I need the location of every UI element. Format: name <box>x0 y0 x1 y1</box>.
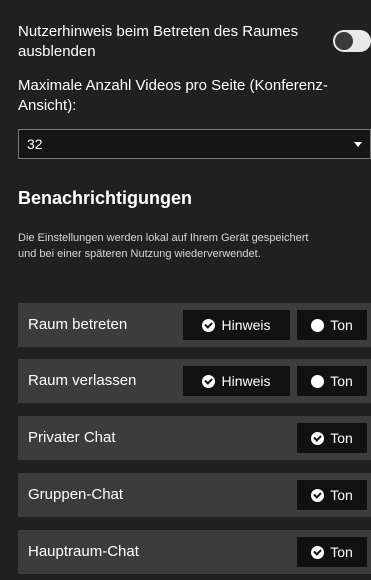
check-circle-icon <box>202 318 216 332</box>
toggle-knob <box>335 32 353 50</box>
enter-room-sound-button[interactable]: Ton <box>297 310 367 340</box>
button-label: Ton <box>330 317 353 333</box>
notification-row-group-chat: Gruppen-Chat Ton <box>18 473 371 517</box>
notification-row-main-room-chat: Hauptraum-Chat Ton <box>18 530 371 574</box>
main-room-chat-sound-button[interactable]: Ton <box>297 537 367 567</box>
check-circle-icon <box>311 545 325 559</box>
notification-row-private-chat: Privater Chat Ton <box>18 416 371 460</box>
max-videos-label: Maximale Anzahl Videos pro Seite (Konfer… <box>18 77 328 114</box>
button-label: Ton <box>330 430 353 446</box>
max-videos-value: 32 <box>27 136 43 152</box>
notification-label: Gruppen-Chat <box>28 486 124 503</box>
button-label: Ton <box>330 544 353 560</box>
leave-room-notice-button[interactable]: Hinweis <box>183 366 290 396</box>
check-circle-icon <box>311 488 325 502</box>
group-chat-sound-button[interactable]: Ton <box>297 480 367 510</box>
settings-panel: Nutzerhinweis beim Betreten des Raumes a… <box>18 0 371 574</box>
dot-circle-icon <box>311 374 325 388</box>
notification-label: Hauptraum-Chat <box>28 543 139 560</box>
notification-label: Raum betreten <box>28 316 128 333</box>
max-videos-select[interactable]: 32 <box>18 129 371 159</box>
check-circle-icon <box>202 374 216 388</box>
chevron-down-icon <box>354 142 362 147</box>
hide-notice-label: Nutzerhinweis beim Betreten des Raumes a… <box>18 23 299 60</box>
button-label: Ton <box>330 487 353 503</box>
notification-row-leave-room: Raum verlassen Hinweis Ton <box>18 359 371 403</box>
button-label: Hinweis <box>221 317 271 333</box>
check-circle-icon <box>311 431 325 445</box>
button-label: Ton <box>330 373 353 389</box>
enter-room-notice-button[interactable]: Hinweis <box>183 310 290 340</box>
dot-circle-icon <box>311 318 325 332</box>
notification-label: Privater Chat <box>28 429 116 446</box>
notification-row-enter-room: Raum betreten Hinweis Ton <box>18 303 371 347</box>
private-chat-sound-button[interactable]: Ton <box>297 423 367 453</box>
leave-room-sound-button[interactable]: Ton <box>297 366 367 396</box>
notifications-description: Die Einstellungen werden lokal auf Ihrem… <box>18 232 309 260</box>
hide-notice-setting: Nutzerhinweis beim Betreten des Raumes a… <box>18 0 371 60</box>
notifications-title: Benachrichtigungen <box>18 188 193 208</box>
notification-label: Raum verlassen <box>28 372 137 389</box>
button-label: Hinweis <box>221 373 271 389</box>
hide-notice-toggle[interactable] <box>333 30 371 52</box>
